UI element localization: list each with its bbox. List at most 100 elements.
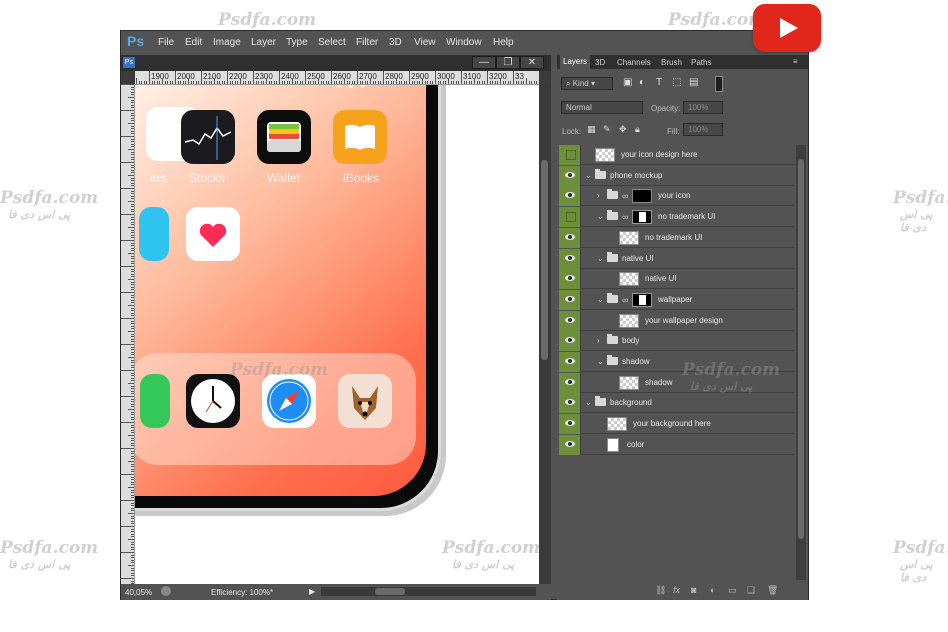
- lock-all-icon[interactable]: 🔒︎: [635, 124, 640, 135]
- filter-kind-select[interactable]: ⌕ Kind ▾: [561, 77, 613, 90]
- canvas[interactable]: ers Stocks Wallet iBooks: [135, 85, 539, 584]
- layer-row[interactable]: your wallpaper design: [559, 310, 794, 331]
- panel-menu-icon[interactable]: ≡: [793, 57, 798, 66]
- lock-image-icon[interactable]: ✎: [603, 124, 611, 135]
- adjustment-filter-icon[interactable]: ◐: [639, 77, 645, 88]
- trash-icon[interactable]: 🗑︎: [767, 585, 778, 596]
- menu-select[interactable]: Select: [318, 37, 346, 48]
- new-layer-icon[interactable]: ❏: [747, 585, 755, 596]
- visibility-eye-icon[interactable]: [559, 310, 581, 331]
- smart-object-filter-icon[interactable]: ▤: [689, 77, 698, 88]
- tab-layers[interactable]: Layers: [560, 55, 591, 69]
- layer-row[interactable]: your icon design here: [559, 145, 794, 165]
- menu-image[interactable]: Image: [213, 37, 241, 48]
- layer-row[interactable]: ⌄ native UI: [559, 248, 794, 269]
- menu-type[interactable]: Type: [286, 37, 308, 48]
- menu-layer[interactable]: Layer: [251, 37, 276, 48]
- adjustment-icon[interactable]: ◐: [710, 585, 715, 595]
- ruler-tick: [224, 81, 226, 84]
- menu-view[interactable]: View: [414, 37, 436, 48]
- layer-row[interactable]: › body: [559, 331, 794, 352]
- ruler-tick: [427, 81, 429, 84]
- visibility-eye-icon[interactable]: [559, 145, 581, 165]
- visibility-eye-icon[interactable]: [559, 331, 581, 352]
- menu-3d[interactable]: 3D: [389, 37, 402, 48]
- maximize-button[interactable]: ❐: [496, 56, 520, 69]
- expand-arrow-right-icon[interactable]: ›: [597, 191, 600, 200]
- menu-filter[interactable]: Filter: [356, 37, 378, 48]
- zoom-level[interactable]: 40,05%: [125, 588, 152, 597]
- minimize-button[interactable]: —: [472, 56, 496, 69]
- mask-icon[interactable]: ◙: [691, 585, 696, 595]
- canvas-vertical-scrollbar[interactable]: [539, 84, 551, 584]
- visibility-eye-icon[interactable]: [559, 393, 581, 414]
- blend-mode-select[interactable]: Normal: [561, 101, 643, 114]
- visibility-eye-icon[interactable]: [559, 372, 581, 393]
- status-menu-arrow-icon[interactable]: ▶: [309, 587, 315, 596]
- menu-window[interactable]: Window: [446, 37, 482, 48]
- visibility-eye-icon[interactable]: [559, 165, 581, 186]
- visibility-eye-icon[interactable]: [559, 352, 581, 372]
- layer-mask-thumbnail[interactable]: [632, 210, 652, 225]
- layer-row[interactable]: ⌄ shadow: [559, 352, 794, 372]
- mask-link-icon[interactable]: ∞: [622, 212, 628, 222]
- horizontal-ruler[interactable]: 1019002000210022002300240025002600270028…: [135, 71, 539, 85]
- visibility-eye-icon[interactable]: [559, 248, 581, 269]
- ruler-tick: [474, 78, 475, 84]
- tab-3d[interactable]: 3D: [595, 58, 605, 67]
- canvas-horizontal-scrollbar[interactable]: [321, 587, 536, 596]
- tab-channels[interactable]: Channels: [617, 58, 651, 67]
- folder-icon[interactable]: ▭: [728, 585, 737, 596]
- youtube-play-icon[interactable]: [753, 4, 821, 52]
- expand-arrow-down-icon[interactable]: ⌄: [597, 357, 604, 366]
- menu-help[interactable]: Help: [493, 37, 514, 48]
- ruler-tick: [362, 81, 364, 84]
- visibility-eye-icon[interactable]: [559, 186, 581, 207]
- layer-row[interactable]: › ∞ your icon: [559, 186, 794, 207]
- tab-paths[interactable]: Paths: [691, 58, 711, 67]
- expand-arrow-down-icon[interactable]: ⌄: [585, 398, 592, 407]
- type-filter-icon[interactable]: T: [656, 77, 662, 88]
- layer-row[interactable]: no trademark UI: [559, 227, 794, 248]
- lock-position-icon[interactable]: ✥: [619, 124, 627, 135]
- vertical-ruler[interactable]: [121, 84, 135, 584]
- visibility-eye-icon[interactable]: [559, 434, 581, 455]
- layer-row[interactable]: native UI: [559, 269, 794, 290]
- document-tab-icon[interactable]: Ps: [123, 57, 135, 68]
- layer-row[interactable]: ⌄ phone mockup: [559, 165, 794, 186]
- visibility-eye-icon[interactable]: [559, 269, 581, 290]
- layer-row[interactable]: ⌄ background: [559, 393, 794, 414]
- layer-row[interactable]: your background here: [559, 414, 794, 435]
- menu-file[interactable]: File: [158, 37, 174, 48]
- visibility-eye-icon[interactable]: [559, 207, 581, 228]
- expand-arrow-down-icon[interactable]: ⌄: [597, 212, 604, 221]
- close-button[interactable]: ✕: [520, 56, 544, 69]
- pixel-filter-icon[interactable]: ▣: [623, 77, 632, 88]
- layer-row[interactable]: ⌄ ∞ no trademark UI: [559, 207, 794, 228]
- expand-arrow-right-icon[interactable]: ›: [597, 336, 600, 345]
- fx-icon[interactable]: fx: [673, 585, 680, 595]
- filter-toggle[interactable]: [715, 76, 723, 92]
- layers-scrollbar[interactable]: [796, 145, 806, 580]
- status-info-icon[interactable]: [161, 586, 171, 596]
- layer-row[interactable]: color: [559, 434, 794, 455]
- shape-filter-icon[interactable]: ⬚: [672, 77, 681, 88]
- mask-link-icon[interactable]: ∞: [622, 295, 628, 305]
- expand-arrow-down-icon[interactable]: ⌄: [597, 254, 604, 263]
- tab-brush[interactable]: Brush: [661, 58, 682, 67]
- visibility-eye-icon[interactable]: [559, 227, 581, 248]
- layer-row[interactable]: ⌄ ∞ wallpaper: [559, 289, 794, 310]
- mask-link-icon[interactable]: ∞: [622, 191, 628, 201]
- visibility-eye-icon[interactable]: [559, 289, 581, 310]
- link-icon[interactable]: ⛓: [655, 585, 666, 596]
- expand-arrow-down-icon[interactable]: ⌄: [585, 171, 592, 180]
- fill-field[interactable]: 100%: [683, 123, 723, 136]
- opacity-field[interactable]: 100%: [683, 101, 723, 114]
- lock-transparent-icon[interactable]: ▦: [587, 124, 596, 135]
- visibility-eye-icon[interactable]: [559, 414, 581, 435]
- expand-arrow-down-icon[interactable]: ⌄: [597, 295, 604, 304]
- layer-mask-thumbnail[interactable]: [632, 189, 652, 204]
- menu-edit[interactable]: Edit: [185, 37, 202, 48]
- layer-row[interactable]: shadow: [559, 372, 794, 393]
- layer-mask-thumbnail[interactable]: [632, 292, 652, 307]
